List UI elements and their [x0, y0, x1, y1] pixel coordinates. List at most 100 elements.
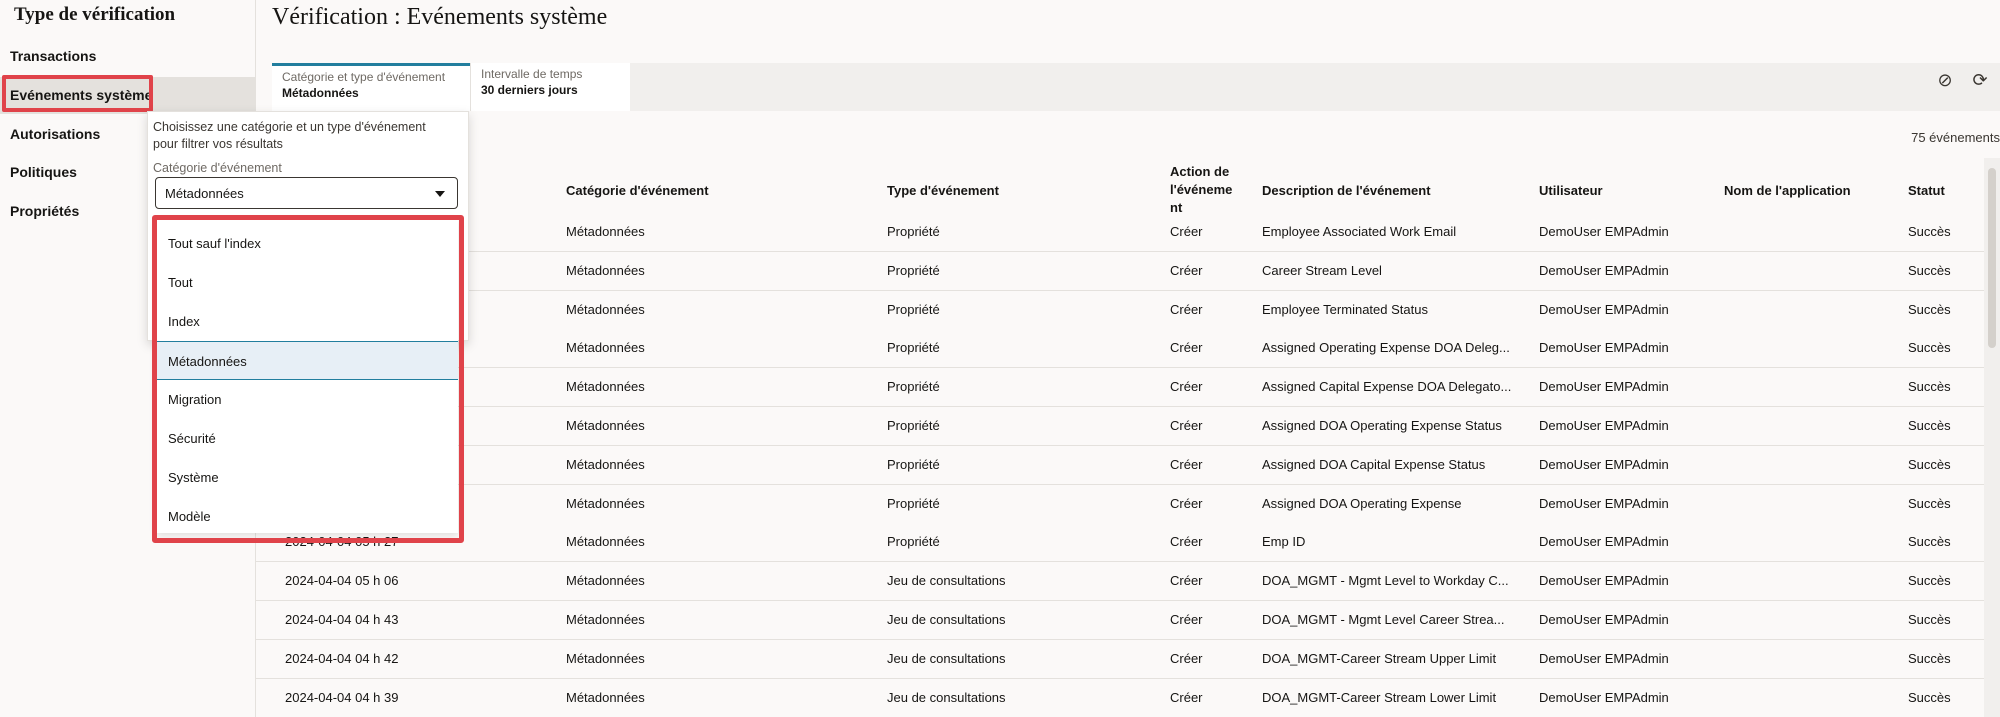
cell-action: Créer — [1170, 534, 1203, 549]
cell-type: Propriété — [887, 379, 940, 394]
cell-description: Assigned DOA Operating Expense — [1262, 496, 1462, 511]
dropdown-option[interactable]: Métadonnées — [157, 341, 458, 380]
header-user[interactable]: Utilisateur — [1539, 183, 1603, 199]
cell-category: Métadonnées — [566, 224, 645, 239]
header-action-line1[interactable]: Action de — [1170, 164, 1229, 180]
header-app[interactable]: Nom de l'application — [1724, 183, 1851, 199]
tab-value: Métadonnées — [282, 86, 359, 100]
cell-category: Métadonnées — [566, 379, 645, 394]
cell-status: Succès — [1908, 573, 1951, 588]
cell-action: Créer — [1170, 573, 1203, 588]
dropdown-option[interactable]: Sécurité — [157, 419, 458, 458]
table-row[interactable]: Métadonnées Propriété Créer Employee Termin… — [256, 291, 1984, 330]
clear-filter-icon[interactable]: ⊘ — [1935, 70, 1955, 90]
cell-user: DemoUser EMPAdmin — [1539, 457, 1669, 472]
header-description[interactable]: Description de l'événement — [1262, 183, 1431, 199]
cell-action: Créer — [1170, 418, 1203, 433]
cell-category: Métadonnées — [566, 612, 645, 627]
cell-status: Succès — [1908, 651, 1951, 666]
popup-help-line1: Choisissez une catégorie et un type d'év… — [153, 120, 426, 134]
dropdown-option[interactable]: Tout sauf l'index — [157, 224, 458, 263]
table-row[interactable]: Métadonnées Propriété Créer Assigned DOA Ca… — [256, 446, 1984, 485]
sidebar-selection-highlight — [2, 75, 153, 112]
sidebar-item-label: Transactions — [10, 48, 97, 64]
cell-description: DOA_MGMT-Career Stream Lower Limit — [1262, 690, 1497, 705]
cell-user: DemoUser EMPAdmin — [1539, 340, 1669, 355]
popup-help-line2: pour filtrer vos résultats — [153, 137, 283, 151]
cell-category: Métadonnées — [566, 263, 645, 278]
dropdown-option[interactable]: Système — [157, 458, 458, 497]
table-row[interactable]: Métadonnées Propriété Créer Career Stream L… — [256, 252, 1984, 291]
cell-type: Propriété — [887, 302, 940, 317]
tab-category-filter[interactable]: Catégorie et type d'événement Métadonnée… — [272, 63, 470, 111]
table-row[interactable]: Métadonnées Propriété Créer Assigned Capita… — [256, 368, 1984, 407]
cell-date: 2024-04-04 05 h 06 — [285, 573, 399, 588]
table-row[interactable]: Métadonnées Propriété Créer Assigned DOA Op… — [256, 485, 1984, 524]
cell-status: Succès — [1908, 690, 1951, 705]
header-category[interactable]: Catégorie d'événement — [566, 183, 709, 199]
table-row[interactable]: 2024-04-04 04 h 42 Métadonnées Jeu de cons… — [256, 640, 1984, 679]
cell-user: DemoUser EMPAdmin — [1539, 263, 1669, 278]
cell-action: Créer — [1170, 302, 1203, 317]
cell-action: Créer — [1170, 690, 1203, 705]
cell-action: Créer — [1170, 263, 1203, 278]
table-row[interactable]: 2024-04-04 04 h 39 Métadonnées Jeu de cons… — [256, 679, 1984, 717]
cell-status: Succès — [1908, 263, 1951, 278]
dropdown-option[interactable]: Modèle — [157, 497, 458, 536]
dropdown-option[interactable]: Migration — [157, 380, 458, 419]
cell-action: Créer — [1170, 340, 1203, 355]
chevron-down-icon[interactable] — [435, 191, 445, 197]
cell-user: DemoUser EMPAdmin — [1539, 651, 1669, 666]
dropdown-option[interactable]: Tout — [157, 263, 458, 302]
sidebar-item-transactions[interactable]: Transactions — [0, 38, 256, 75]
cell-date: 2024-04-04 04 h 43 — [285, 612, 399, 627]
cell-action: Créer — [1170, 224, 1203, 239]
cell-description: Assigned Operating Expense DOA Deleg... — [1262, 340, 1510, 355]
page-title: Vérification : Evénements système — [272, 4, 608, 30]
cell-date: 2024-04-04 04 h 42 — [285, 651, 399, 666]
cell-description: DOA_MGMT-Career Stream Upper Limit — [1262, 651, 1497, 666]
cell-date: 2024-04-04 05 h 27 — [285, 534, 399, 549]
sidebar-title: Type de vérification — [14, 4, 176, 25]
cell-type: Propriété — [887, 496, 940, 511]
cell-description: Emp ID — [1262, 534, 1306, 549]
tab-label: Intervalle de temps — [481, 67, 583, 81]
tab-label: Catégorie et type d'événement — [282, 70, 446, 84]
cell-status: Succès — [1908, 418, 1951, 433]
popup-help-text: Choisissez une catégorie et un type d'év… — [153, 119, 453, 153]
cell-type: Propriété — [887, 340, 940, 355]
table-row[interactable]: Métadonnées Propriété Créer Assigned DOA Op… — [256, 407, 1984, 446]
table-row[interactable]: Métadonnées Propriété Créer Assigned Operat… — [256, 329, 1984, 368]
cell-type: Propriété — [887, 534, 940, 549]
cell-type: Jeu de consultations — [887, 612, 1006, 627]
cell-category: Métadonnées — [566, 651, 645, 666]
sidebar-item-label: Propriétés — [10, 203, 80, 219]
dropdown-option[interactable]: Index — [157, 302, 458, 341]
header-status[interactable]: Statut — [1908, 183, 1945, 199]
scrollbar-thumb[interactable] — [1988, 168, 1996, 348]
table-row[interactable]: 2024-04-04 04 h 43 Métadonnées Jeu de cons… — [256, 601, 1984, 640]
tab-time-filter[interactable]: Intervalle de temps 30 derniers jours — [470, 63, 630, 111]
cell-category: Métadonnées — [566, 534, 645, 549]
cell-user: DemoUser EMPAdmin — [1539, 612, 1669, 627]
cell-status: Succès — [1908, 534, 1951, 549]
sidebar-item-label: Politiques — [10, 164, 77, 180]
cell-action: Créer — [1170, 651, 1203, 666]
header-type[interactable]: Type d'événement — [887, 183, 999, 199]
category-select[interactable]: Métadonnées — [155, 177, 458, 209]
cell-type: Propriété — [887, 457, 940, 472]
cell-description: Employee Associated Work Email — [1262, 224, 1457, 239]
cell-user: DemoUser EMPAdmin — [1539, 379, 1669, 394]
cell-description: Assigned DOA Operating Expense Status — [1262, 418, 1502, 433]
cell-category: Métadonnées — [566, 496, 645, 511]
cell-description: Employee Terminated Status — [1262, 302, 1428, 317]
refresh-icon[interactable]: ⟳ — [1970, 70, 1990, 90]
cell-user: DemoUser EMPAdmin — [1539, 690, 1669, 705]
table-row[interactable]: 2024-04-04 05 h 27 Métadonnées Propriété Cr… — [256, 523, 1984, 562]
table-row[interactable]: 2024-04-04 05 h 06 Métadonnées Jeu de cons… — [256, 562, 1984, 601]
cell-status: Succès — [1908, 457, 1951, 472]
cell-status: Succès — [1908, 379, 1951, 394]
cell-type: Jeu de consultations — [887, 651, 1006, 666]
vertical-scrollbar[interactable] — [1984, 158, 2000, 717]
table-row[interactable]: Métadonnées Propriété Créer Employee Associ… — [256, 213, 1984, 252]
